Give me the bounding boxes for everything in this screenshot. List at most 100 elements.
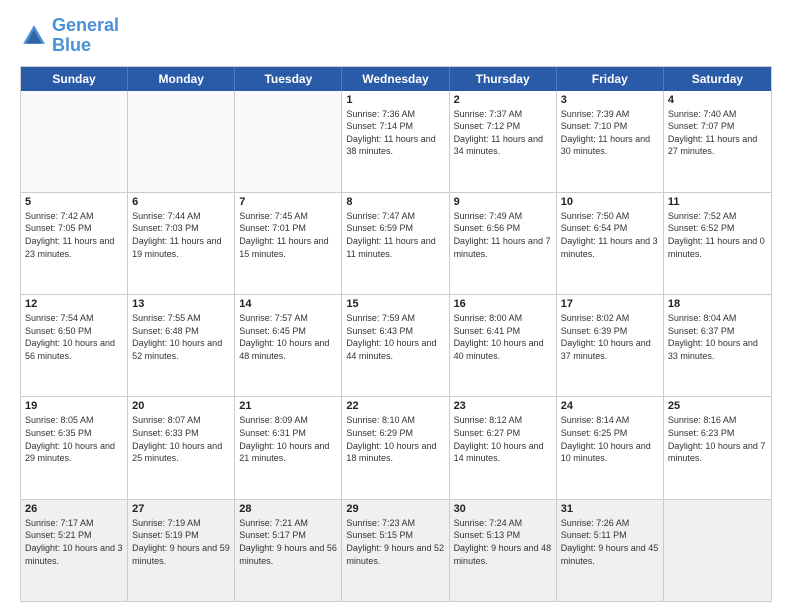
page: General Blue SundayMondayTuesdayWednesda… [0,0,792,612]
weekday-header: Monday [128,67,235,91]
logo: General Blue [20,16,119,56]
calendar-row: 19 Sunrise: 8:05 AM Sunset: 6:35 PM Dayli… [21,397,771,499]
calendar-cell: 26 Sunrise: 7:17 AM Sunset: 5:21 PM Dayli… [21,500,128,601]
cell-info: Sunrise: 7:37 AM Sunset: 7:12 PM Dayligh… [454,108,552,158]
day-number: 19 [25,400,123,412]
day-number: 11 [668,196,767,208]
day-number: 20 [132,400,230,412]
day-number: 16 [454,298,552,310]
day-number: 22 [346,400,444,412]
calendar-cell: 25Sunrise: 8:16 AM Sunset: 6:23 PM Dayli… [664,397,771,498]
header: General Blue [20,16,772,56]
calendar-cell: 1Sunrise: 7:36 AM Sunset: 7:14 PM Daylig… [342,91,449,192]
day-number: 12 [25,298,123,310]
cell-info: Sunrise: 7:17 AM Sunset: 5:21 PM Dayligh… [25,517,123,567]
calendar-cell: 17 Sunrise: 8:02 AM Sunset: 6:39 PM Dayli… [557,295,664,396]
cell-info: Sunrise: 7:21 AM Sunset: 5:17 PM Dayligh… [239,517,337,567]
cell-info: Sunrise: 8:02 AM Sunset: 6:39 PM Dayligh… [561,312,659,362]
cell-info: Sunrise: 8:00 AM Sunset: 6:41 PM Dayligh… [454,312,552,362]
calendar-cell: 6 Sunrise: 7:44 AM Sunset: 7:03 PM Daylig… [128,193,235,294]
cell-info: Sunrise: 8:10 AM Sunset: 6:29 PM Dayligh… [346,414,444,464]
cell-info: Sunrise: 7:47 AM Sunset: 6:59 PM Dayligh… [346,210,444,260]
calendar-cell: 3Sunrise: 7:39 AM Sunset: 7:10 PM Daylig… [557,91,664,192]
cell-info: Sunrise: 7:42 AM Sunset: 7:05 PM Dayligh… [25,210,123,260]
weekday-header: Wednesday [342,67,449,91]
calendar-cell: 28 Sunrise: 7:21 AM Sunset: 5:17 PM Dayli… [235,500,342,601]
day-number: 31 [561,503,659,515]
cell-info: Sunrise: 8:05 AM Sunset: 6:35 PM Dayligh… [25,414,123,464]
calendar-cell [128,91,235,192]
calendar-cell [235,91,342,192]
cell-info: Sunrise: 7:45 AM Sunset: 7:01 PM Dayligh… [239,210,337,260]
calendar-row: 12Sunrise: 7:54 AM Sunset: 6:50 PM Dayli… [21,295,771,397]
cell-info: Sunrise: 8:07 AM Sunset: 6:33 PM Dayligh… [132,414,230,464]
cell-info: Sunrise: 7:19 AM Sunset: 5:19 PM Dayligh… [132,517,230,567]
calendar-cell: 15Sunrise: 7:59 AM Sunset: 6:43 PM Dayli… [342,295,449,396]
day-number: 17 [561,298,659,310]
calendar-cell: 29 Sunrise: 7:23 AM Sunset: 5:15 PM Dayli… [342,500,449,601]
day-number: 10 [561,196,659,208]
calendar-cell: 23 Sunrise: 8:12 AM Sunset: 6:27 PM Dayli… [450,397,557,498]
calendar-row: 1Sunrise: 7:36 AM Sunset: 7:14 PM Daylig… [21,91,771,193]
day-number: 26 [25,503,123,515]
day-number: 23 [454,400,552,412]
calendar-cell: 21 Sunrise: 8:09 AM Sunset: 6:31 PM Dayli… [235,397,342,498]
day-number: 9 [454,196,552,208]
calendar-body: 1Sunrise: 7:36 AM Sunset: 7:14 PM Daylig… [21,91,771,601]
cell-info: Sunrise: 7:44 AM Sunset: 7:03 PM Dayligh… [132,210,230,260]
calendar-cell: 19 Sunrise: 8:05 AM Sunset: 6:35 PM Dayli… [21,397,128,498]
calendar-cell: 24 Sunrise: 8:14 AM Sunset: 6:25 PM Dayli… [557,397,664,498]
day-number: 27 [132,503,230,515]
cell-info: Sunrise: 8:14 AM Sunset: 6:25 PM Dayligh… [561,414,659,464]
calendar-cell: 18Sunrise: 8:04 AM Sunset: 6:37 PM Dayli… [664,295,771,396]
cell-info: Sunrise: 8:09 AM Sunset: 6:31 PM Dayligh… [239,414,337,464]
calendar-cell [21,91,128,192]
day-number: 5 [25,196,123,208]
day-number: 6 [132,196,230,208]
cell-info: Sunrise: 7:26 AM Sunset: 5:11 PM Dayligh… [561,517,659,567]
cell-info: Sunrise: 7:57 AM Sunset: 6:45 PM Dayligh… [239,312,337,362]
calendar-cell: 16 Sunrise: 8:00 AM Sunset: 6:41 PM Dayli… [450,295,557,396]
calendar-cell: 9 Sunrise: 7:49 AM Sunset: 6:56 PM Daylig… [450,193,557,294]
cell-info: Sunrise: 7:23 AM Sunset: 5:15 PM Dayligh… [346,517,444,567]
calendar-header: SundayMondayTuesdayWednesdayThursdayFrid… [21,67,771,91]
cell-info: Sunrise: 7:49 AM Sunset: 6:56 PM Dayligh… [454,210,552,260]
calendar-cell: 27 Sunrise: 7:19 AM Sunset: 5:19 PM Dayli… [128,500,235,601]
cell-info: Sunrise: 8:12 AM Sunset: 6:27 PM Dayligh… [454,414,552,464]
cell-info: Sunrise: 7:55 AM Sunset: 6:48 PM Dayligh… [132,312,230,362]
day-number: 30 [454,503,552,515]
day-number: 2 [454,94,552,106]
day-number: 4 [668,94,767,106]
calendar-cell: 5 Sunrise: 7:42 AM Sunset: 7:05 PM Daylig… [21,193,128,294]
day-number: 29 [346,503,444,515]
cell-info: Sunrise: 7:59 AM Sunset: 6:43 PM Dayligh… [346,312,444,362]
logo-icon [20,22,48,50]
day-number: 1 [346,94,444,106]
calendar-cell: 31 Sunrise: 7:26 AM Sunset: 5:11 PM Dayli… [557,500,664,601]
logo-text: General Blue [52,16,119,56]
weekday-header: Saturday [664,67,771,91]
calendar-cell [664,500,771,601]
day-number: 24 [561,400,659,412]
cell-info: Sunrise: 7:24 AM Sunset: 5:13 PM Dayligh… [454,517,552,567]
day-number: 21 [239,400,337,412]
cell-info: Sunrise: 7:40 AM Sunset: 7:07 PM Dayligh… [668,108,767,158]
calendar-cell: 14 Sunrise: 7:57 AM Sunset: 6:45 PM Dayli… [235,295,342,396]
calendar-cell: 20 Sunrise: 8:07 AM Sunset: 6:33 PM Dayli… [128,397,235,498]
calendar-cell: 13 Sunrise: 7:55 AM Sunset: 6:48 PM Dayli… [128,295,235,396]
weekday-header: Thursday [450,67,557,91]
calendar-cell: 4 Sunrise: 7:40 AM Sunset: 7:07 PM Daylig… [664,91,771,192]
calendar-cell: 7 Sunrise: 7:45 AM Sunset: 7:01 PM Daylig… [235,193,342,294]
calendar-cell: 30 Sunrise: 7:24 AM Sunset: 5:13 PM Dayli… [450,500,557,601]
cell-info: Sunrise: 8:16 AM Sunset: 6:23 PM Dayligh… [668,414,767,464]
calendar-cell: 11 Sunrise: 7:52 AM Sunset: 6:52 PM Dayli… [664,193,771,294]
calendar-cell: 22 Sunrise: 8:10 AM Sunset: 6:29 PM Dayli… [342,397,449,498]
calendar-cell: 8Sunrise: 7:47 AM Sunset: 6:59 PM Daylig… [342,193,449,294]
day-number: 7 [239,196,337,208]
cell-info: Sunrise: 7:52 AM Sunset: 6:52 PM Dayligh… [668,210,767,260]
day-number: 14 [239,298,337,310]
calendar: SundayMondayTuesdayWednesdayThursdayFrid… [20,66,772,602]
day-number: 13 [132,298,230,310]
calendar-cell: 10Sunrise: 7:50 AM Sunset: 6:54 PM Dayli… [557,193,664,294]
day-number: 28 [239,503,337,515]
